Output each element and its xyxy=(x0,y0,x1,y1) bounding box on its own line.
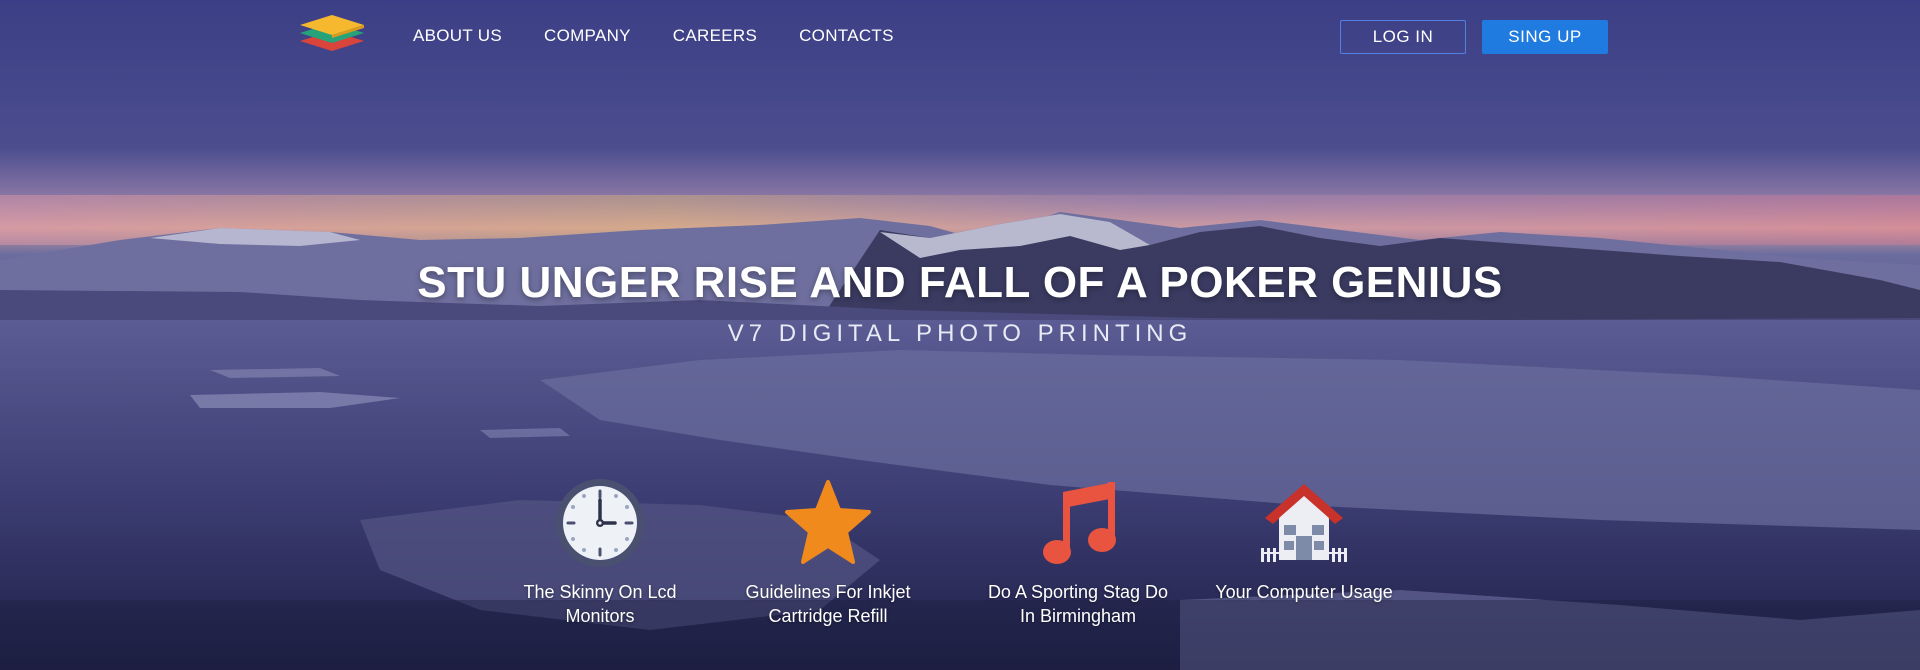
feature-label: The Skinny On Lcd Monitors xyxy=(500,580,700,628)
feature-label-line: Do A Sporting Stag Do xyxy=(987,582,1169,602)
star-icon xyxy=(785,480,871,564)
main-menu: ABOUT US COMPANY CAREERS CONTACTS xyxy=(413,26,936,46)
feature-label-line: In Birmingham xyxy=(1019,606,1137,626)
feature-label-line: Guidelines For Inkjet xyxy=(745,582,911,602)
house-icon xyxy=(1261,484,1347,562)
feature-label-line: Your Computer Usage xyxy=(1215,582,1393,602)
hero-subtitle: V7 DIGITAL PHOTO PRINTING xyxy=(727,320,1193,347)
feature-item[interactable]: Your Computer Usage xyxy=(1204,478,1404,604)
menu-item-careers[interactable]: CAREERS xyxy=(673,26,757,46)
feature-item[interactable]: Do A Sporting Stag Do In Birmingham xyxy=(978,478,1178,628)
feature-item[interactable]: The Skinny On Lcd Monitors xyxy=(500,478,700,628)
clock-icon xyxy=(556,479,644,567)
signup-button[interactable]: SING UP xyxy=(1482,20,1608,54)
feature-label: Do A Sporting Stag Do In Birmingham xyxy=(978,580,1178,628)
menu-item-contacts[interactable]: CONTACTS xyxy=(799,26,894,46)
feature-label-line: Cartridge Refill xyxy=(768,606,888,626)
feature-label: Your Computer Usage xyxy=(1204,580,1404,604)
login-button[interactable]: LOG IN xyxy=(1340,20,1466,54)
menu-item-about-us[interactable]: ABOUT US xyxy=(413,26,502,46)
menu-item-company[interactable]: COMPANY xyxy=(544,26,631,46)
feature-label-line: The Skinny On Lcd xyxy=(523,582,677,602)
feature-label: Guidelines For Inkjet Cartridge Refill xyxy=(728,580,928,628)
feature-item[interactable]: Guidelines For Inkjet Cartridge Refill xyxy=(728,478,928,628)
feature-label-line: Monitors xyxy=(565,606,635,626)
layers-logo-icon[interactable] xyxy=(298,13,366,63)
hero-title: STU UNGER RISE AND FALL OF A POKER GENIU… xyxy=(417,258,1503,307)
music-note-icon xyxy=(1043,482,1116,564)
top-navigation: ABOUT US COMPANY CAREERS CONTACTS LOG IN… xyxy=(0,0,1920,80)
